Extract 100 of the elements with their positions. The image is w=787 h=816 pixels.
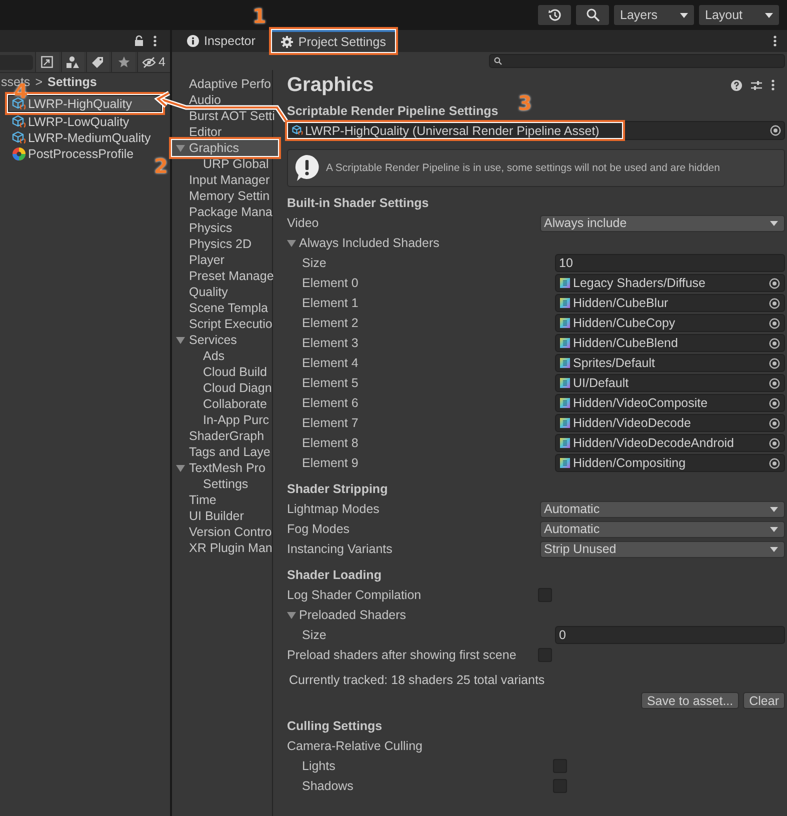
field-label: Size [302, 256, 326, 270]
settings-nav-item[interactable]: Physics [172, 220, 272, 236]
number-field[interactable]: 0 [555, 626, 785, 644]
action-button[interactable]: Clear [743, 692, 785, 709]
shader-icon [560, 398, 570, 408]
foldout-label[interactable]: Always Included Shaders [299, 236, 440, 250]
dropdown[interactable]: Strip Unused [540, 540, 785, 558]
settings-nav-item[interactable]: Adaptive Perfo [172, 76, 272, 92]
object-picker-icon[interactable] [769, 318, 780, 328]
more-icon[interactable] [153, 35, 157, 47]
help-box: A Scriptable Render Pipeline is in use, some settings will not be used and are hidden [287, 149, 785, 187]
settings-nav-item[interactable]: Player [172, 252, 272, 268]
settings-nav-item[interactable]: Cloud Diagn [172, 380, 272, 396]
asset-item[interactable]: LWRP-LowQuality [0, 114, 170, 130]
settings-nav-item[interactable]: ShaderGraph [172, 428, 272, 444]
shader-field[interactable]: Hidden/CubeCopy [555, 314, 785, 332]
object-picker-icon[interactable] [769, 458, 780, 468]
object-picker-icon[interactable] [769, 358, 780, 368]
search-field[interactable] [489, 54, 785, 68]
object-picker-icon[interactable] [769, 278, 780, 288]
settings-nav-item[interactable]: Physics 2D [172, 236, 272, 252]
scene-view-button[interactable] [35, 52, 59, 72]
object-picker-icon[interactable] [769, 418, 780, 428]
annotation-number: 3 [518, 93, 532, 113]
foldout-icon[interactable] [287, 610, 296, 620]
object-picker-icon[interactable] [769, 398, 780, 408]
settings-nav-item[interactable]: In-App Purc [172, 412, 272, 428]
object-picker-icon[interactable] [769, 438, 780, 448]
filter-label-button[interactable] [86, 52, 110, 72]
object-picker-icon[interactable] [769, 338, 780, 348]
toolbar-dropdown[interactable]: Layout [699, 5, 779, 25]
settings-nav-item[interactable]: Quality [172, 284, 272, 300]
tag-icon [92, 56, 104, 68]
foldout-icon [176, 144, 185, 153]
sliders-icon[interactable] [751, 80, 762, 90]
dropdown[interactable]: Automatic [540, 500, 785, 518]
annotation-number: 1 [252, 6, 266, 26]
caret-icon [770, 526, 778, 532]
shader-field[interactable]: Hidden/CubeBlur [555, 294, 785, 312]
settings-nav-item[interactable]: Burst AOT Setti [172, 108, 272, 124]
settings-nav-item[interactable]: XR Plugin Man [172, 540, 272, 556]
shader-field[interactable]: UI/Default [555, 374, 785, 392]
shader-icon [560, 458, 570, 468]
settings-nav-item[interactable]: Settings [172, 476, 272, 492]
more-icon[interactable] [771, 79, 775, 91]
field-label: Size [302, 628, 326, 642]
settings-nav-item[interactable]: Ads [172, 348, 272, 364]
object-picker-icon[interactable] [769, 298, 780, 308]
settings-nav-item[interactable]: Tags and Laye [172, 444, 272, 460]
shader-field[interactable]: Legacy Shaders/Diffuse [555, 274, 785, 292]
settings-nav-item[interactable]: Preset Manage [172, 268, 272, 284]
foldout-icon [176, 464, 185, 473]
settings-nav-item[interactable]: Package Mana [172, 204, 272, 220]
shader-field[interactable]: Hidden/CubeBlend [555, 334, 785, 352]
foldout-icon [176, 336, 185, 345]
help-icon[interactable] [731, 80, 742, 90]
settings-nav-item[interactable]: Time [172, 492, 272, 508]
panel-tab[interactable]: Inspector [178, 30, 264, 52]
settings-nav-item[interactable]: Services [172, 332, 272, 348]
settings-nav-item[interactable]: Collaborate [172, 396, 272, 412]
object-picker-icon[interactable] [769, 378, 780, 388]
history-button[interactable] [538, 5, 571, 25]
action-button[interactable]: Save to asset... [640, 692, 740, 709]
settings-nav-item[interactable]: Memory Settin [172, 188, 272, 204]
settings-nav-item[interactable]: Cloud Build [172, 364, 272, 380]
settings-nav-item[interactable]: Audio [172, 92, 272, 108]
foldout-label[interactable]: Preloaded Shaders [299, 608, 406, 622]
number-field[interactable]: 10 [555, 254, 785, 272]
settings-nav-item[interactable]: Scene Templa [172, 300, 272, 316]
object-picker-icon[interactable] [770, 125, 781, 136]
settings-nav-item[interactable]: Input Manager [172, 172, 272, 188]
toolbar-dropdown[interactable]: Layers [614, 5, 694, 25]
settings-nav-item[interactable]: Editor [172, 124, 272, 140]
shader-field[interactable]: Sprites/Default [555, 354, 785, 372]
shader-field[interactable]: Hidden/VideoDecodeAndroid [555, 434, 785, 452]
caret-icon [770, 546, 778, 552]
shader-icon [560, 278, 570, 288]
search-button[interactable] [576, 5, 609, 25]
settings-nav-item[interactable]: Script Executio [172, 316, 272, 332]
dropdown[interactable]: Always include [540, 214, 785, 232]
shader-field[interactable]: Hidden/VideoComposite [555, 394, 785, 412]
more-icon[interactable] [773, 35, 777, 47]
dropdown[interactable]: Automatic [540, 520, 785, 538]
field-label: Element 1 [302, 296, 358, 310]
settings-nav-item[interactable]: UI Builder [172, 508, 272, 524]
hidden-packages-button[interactable]: 4 [136, 52, 170, 72]
settings-nav-item[interactable]: Version Contro [172, 524, 272, 540]
shader-field[interactable]: Hidden/Compositing [555, 454, 785, 472]
shader-field[interactable]: Hidden/VideoDecode [555, 414, 785, 432]
settings-nav-item[interactable]: TextMesh Pro [172, 460, 272, 476]
lock-icon[interactable] [134, 35, 144, 47]
section-heading: Shader Loading [287, 567, 382, 584]
field-label: Preload shaders after showing first scene [287, 648, 516, 662]
favorite-button[interactable] [111, 52, 135, 72]
breadcrumb-item[interactable]: Settings [48, 75, 97, 89]
settings-nav-item[interactable]: URP Global [172, 156, 272, 172]
filter-type-button[interactable] [60, 52, 84, 72]
cube-icon [12, 131, 26, 145]
foldout-icon[interactable] [287, 238, 296, 248]
asset-item[interactable]: LWRP-MediumQuality [0, 130, 170, 146]
